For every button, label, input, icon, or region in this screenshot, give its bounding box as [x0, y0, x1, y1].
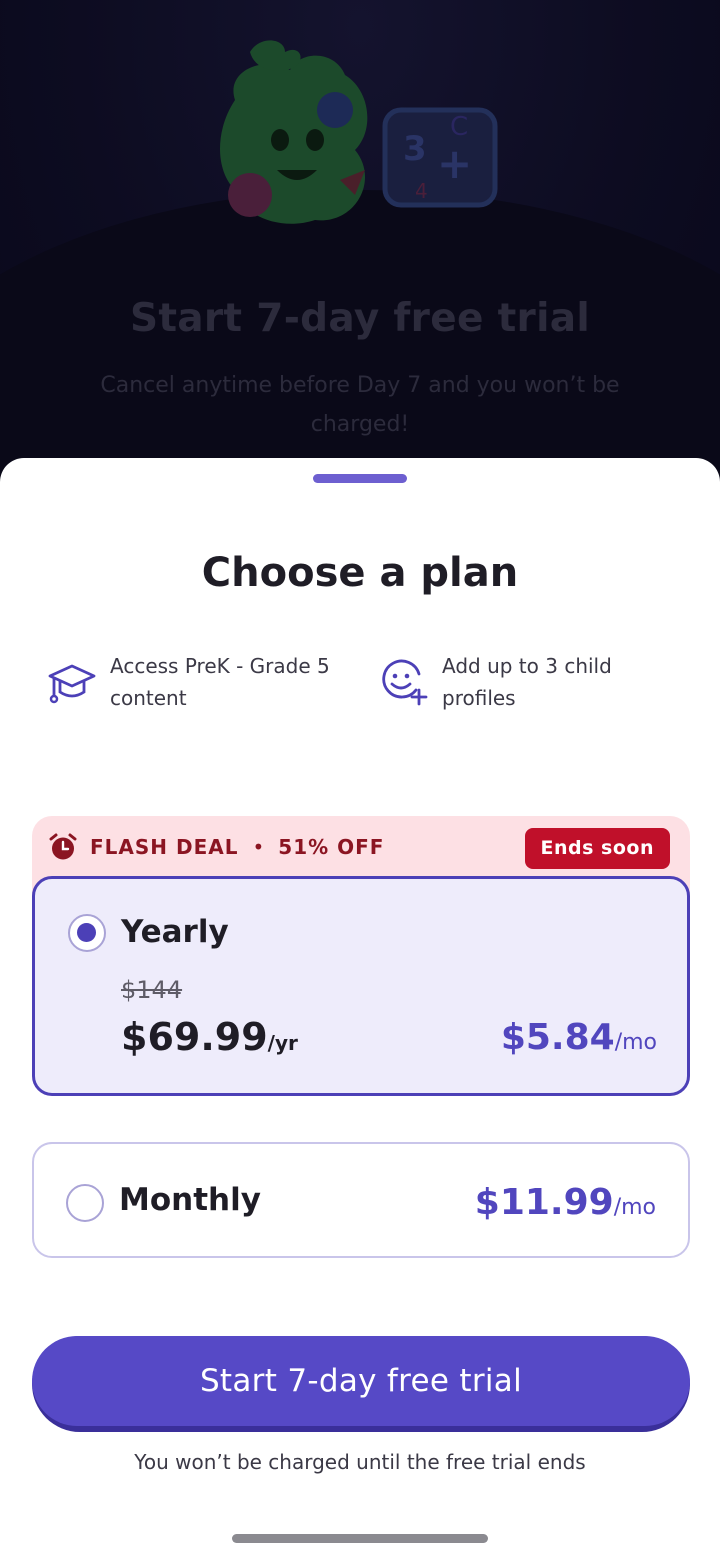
- yearly-monthly-equivalent: $5.84/mo: [501, 1017, 657, 1058]
- home-indicator[interactable]: [232, 1534, 488, 1543]
- feature-text: Add up to 3 child profiles: [442, 654, 612, 710]
- monthly-price-amount: $11.99: [474, 1182, 614, 1223]
- yearly-plan-name: Yearly: [121, 914, 229, 950]
- start-trial-button[interactable]: Start 7-day free trial: [32, 1336, 690, 1432]
- ends-soon-badge: Ends soon: [524, 828, 670, 869]
- yearly-price-amount: $69.99: [121, 1015, 268, 1059]
- yearly-price: $69.99/yr: [121, 1015, 298, 1059]
- feature-text: Access PreK - Grade 5 content: [110, 654, 330, 710]
- deal-separator: •: [252, 835, 265, 859]
- flash-deal-banner: FLASH DEAL • 51% OFF Ends soon Yearly $1…: [32, 816, 690, 1096]
- yearly-radio[interactable]: [68, 914, 106, 952]
- sheet-title: Choose a plan: [201, 550, 519, 596]
- background-title: Start 7-day free trial: [129, 296, 591, 341]
- original-price: $144: [121, 976, 183, 1004]
- yearly-plan-option[interactable]: Yearly $144 $69.99/yr $5.84/mo: [32, 876, 690, 1096]
- deal-discount: 51% OFF: [278, 835, 385, 859]
- svg-text:4: 4: [415, 179, 428, 203]
- deal-header: FLASH DEAL • 51% OFF Ends soon: [32, 816, 690, 878]
- background-subtitle: Cancel anytime before Day 7 and you won’…: [100, 373, 620, 437]
- graduation-cap-icon: [48, 664, 96, 704]
- yearly-price-unit: /yr: [267, 1031, 298, 1055]
- billing-note: You won’t be charged until the free tria…: [134, 1450, 586, 1474]
- plan-bottom-sheet: Choose a plan Access PreK - Grade 5 cont…: [0, 458, 720, 1560]
- svg-text:+: +: [437, 139, 472, 188]
- monthly-equivalent-amount: $5.84: [500, 1017, 615, 1058]
- svg-text:3: 3: [403, 129, 427, 169]
- alarm-clock-icon: [49, 833, 77, 860]
- monthly-radio[interactable]: [66, 1184, 104, 1222]
- sheet-grabber[interactable]: [313, 474, 407, 483]
- paywall-screen: 3 + 4 C Start 7-day free trial Cancel an…: [0, 0, 720, 1560]
- monthly-equivalent-unit: /mo: [614, 1030, 657, 1055]
- monthly-price-unit: /mo: [613, 1195, 656, 1220]
- deal-label: FLASH DEAL: [90, 835, 239, 859]
- feature-grade-access: Access PreK - Grade 5 content: [46, 650, 350, 714]
- monthly-plan-name: Monthly: [119, 1182, 261, 1218]
- add-profile-icon: [382, 659, 428, 706]
- mascot-illustration: 3 + 4 C: [220, 40, 498, 224]
- start-trial-label: Start 7-day free trial: [32, 1336, 690, 1426]
- monthly-plan-option[interactable]: Monthly $11.99/mo: [32, 1142, 690, 1258]
- monthly-price: $11.99/mo: [475, 1182, 656, 1223]
- dimmed-background: 3 + 4 C Start 7-day free trial Cancel an…: [0, 0, 720, 690]
- svg-text:C: C: [450, 112, 468, 142]
- feature-child-profiles: Add up to 3 child profiles: [378, 650, 682, 714]
